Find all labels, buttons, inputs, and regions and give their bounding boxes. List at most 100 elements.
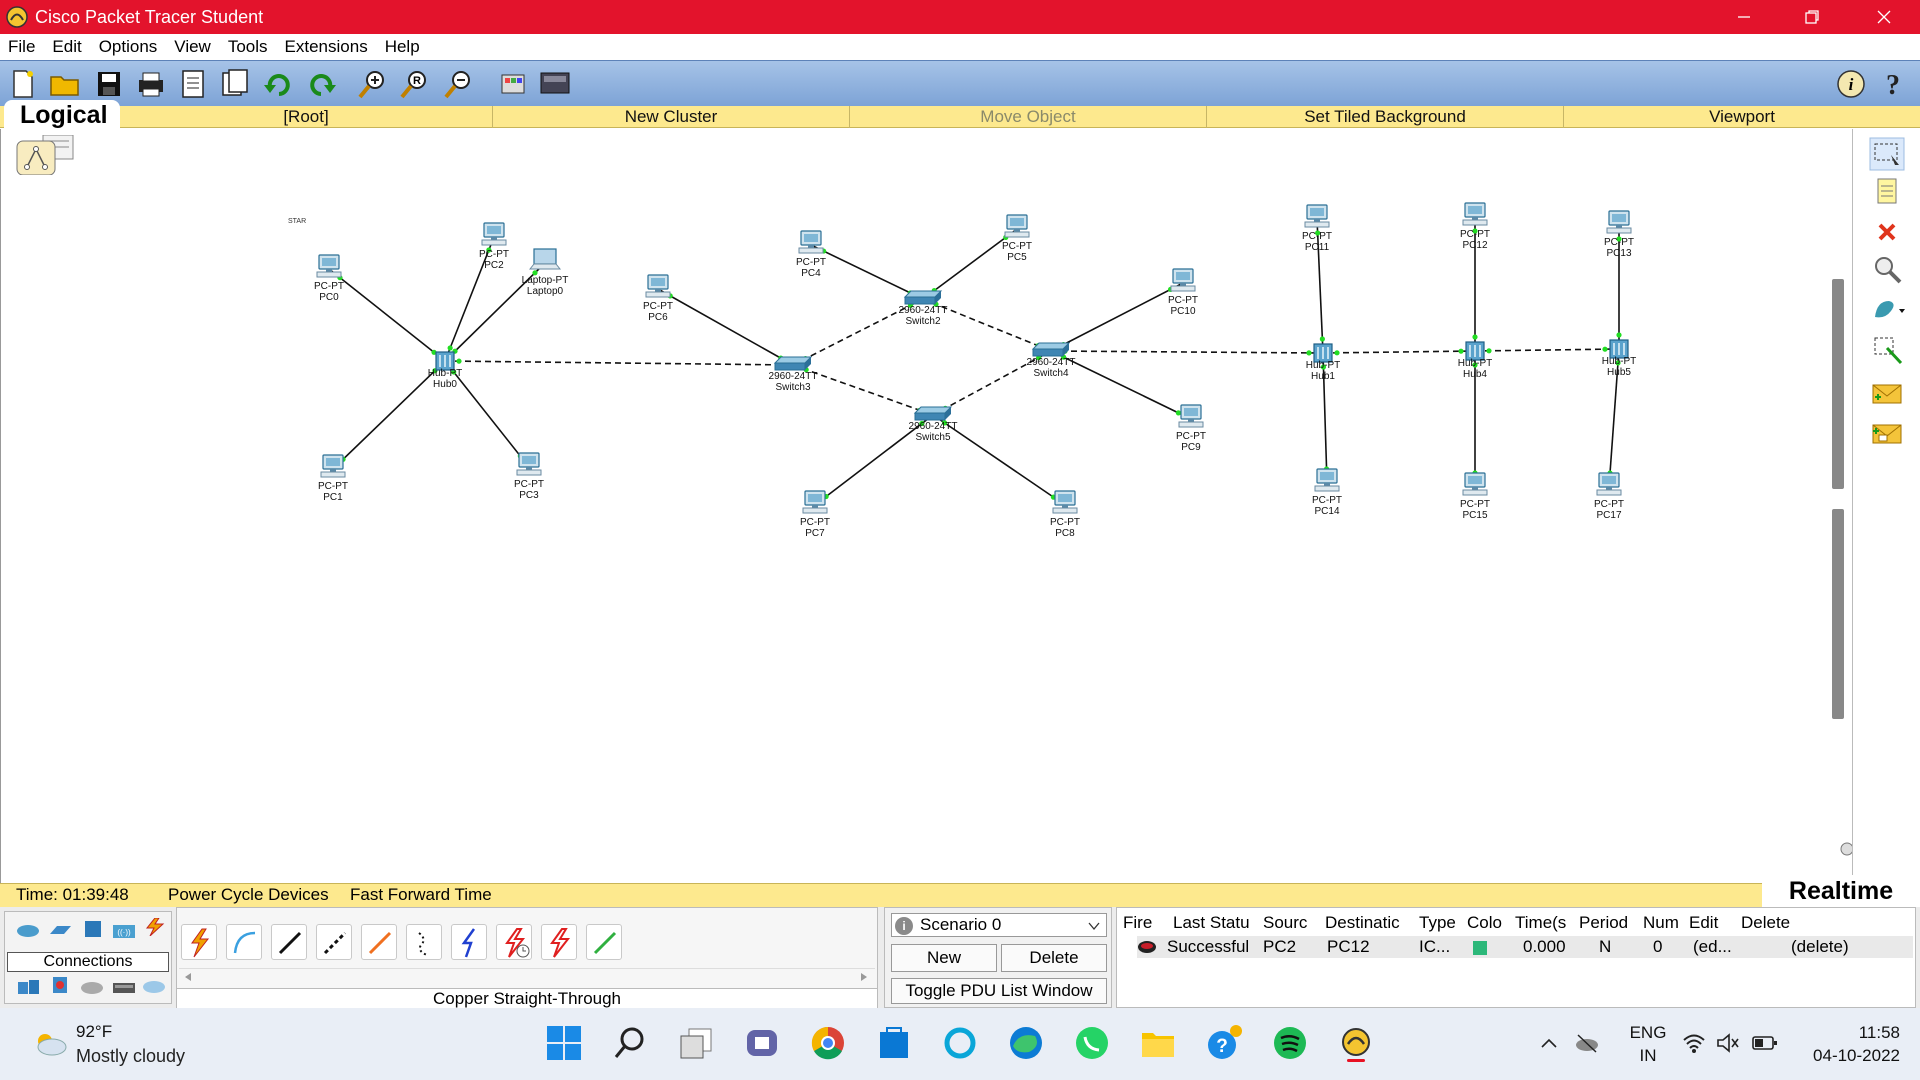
node-name-label[interactable]: PC3 xyxy=(519,490,539,501)
link-pc5-switch2[interactable] xyxy=(922,228,1018,300)
coaxial-cable-button[interactable] xyxy=(451,924,487,960)
node-name-label[interactable]: PC13 xyxy=(1606,248,1631,259)
move-object-button[interactable]: Move Object xyxy=(850,106,1207,128)
end-devices-icon[interactable] xyxy=(47,922,73,940)
new-file-icon[interactable] xyxy=(6,67,40,101)
fast-forward-time-button[interactable]: Fast Forward Time xyxy=(350,885,492,905)
link-hub1-hub4[interactable] xyxy=(1322,350,1476,354)
help-app-icon[interactable]: ? xyxy=(1205,1024,1243,1062)
undo-icon[interactable] xyxy=(262,67,296,101)
edge-icon[interactable] xyxy=(1007,1024,1045,1062)
node-name-label[interactable]: Hub0 xyxy=(433,379,457,390)
cable-scrollbar[interactable] xyxy=(179,968,875,984)
zoom-reset-icon[interactable]: R xyxy=(398,67,432,101)
new-cluster-button[interactable]: New Cluster xyxy=(493,106,850,128)
resize-icon[interactable] xyxy=(1869,333,1905,367)
zoom-out-icon[interactable] xyxy=(442,67,476,101)
node-name-label[interactable]: PC8 xyxy=(1055,528,1075,539)
minimize-button[interactable] xyxy=(1712,0,1776,34)
print-icon[interactable] xyxy=(134,67,168,101)
topology-canvas[interactable]: PC-PTPC0PC-PTPC1PC-PTPC2PC-PTPC3Laptop-P… xyxy=(1,129,1831,883)
show-hidden-icons-icon[interactable] xyxy=(1540,1036,1558,1050)
node-name-label[interactable]: PC15 xyxy=(1462,510,1487,521)
node-name-label[interactable]: Switch4 xyxy=(1033,368,1068,379)
wireless-devices-icon[interactable]: ((·)) xyxy=(111,922,137,940)
menu-file[interactable]: File xyxy=(0,37,44,57)
node-pc2[interactable]: PC-PTPC2 xyxy=(479,222,509,271)
weather-cloud-icon[interactable] xyxy=(30,1028,70,1058)
realtime-mode-tab[interactable]: Realtime xyxy=(1762,875,1920,907)
start-icon[interactable] xyxy=(545,1024,583,1062)
volume-muted-icon[interactable] xyxy=(1716,1032,1740,1054)
node-switch4[interactable]: 2960-24TTSwitch4 xyxy=(1027,342,1076,379)
automatic-connection-button[interactable] xyxy=(181,924,217,960)
node-name-label[interactable]: Hub1 xyxy=(1311,371,1335,382)
clock-time[interactable]: 11:58 xyxy=(1790,1023,1900,1043)
components-icon[interactable] xyxy=(79,920,105,938)
root-button[interactable]: [Root] xyxy=(120,106,493,128)
node-name-label[interactable]: PC4 xyxy=(801,268,821,279)
palette-icon[interactable] xyxy=(496,67,530,101)
node-hub5[interactable]: Hub-PTHub5 xyxy=(1602,339,1636,378)
node-pc1[interactable]: PC-PTPC1 xyxy=(318,454,348,503)
node-hub4[interactable]: Hub-PTHub4 xyxy=(1458,341,1492,380)
inspect-icon[interactable] xyxy=(1869,253,1905,287)
scrollbar-thumb[interactable] xyxy=(1832,509,1844,719)
add-simple-pdu-icon[interactable] xyxy=(1869,377,1905,411)
save-icon[interactable] xyxy=(92,67,126,101)
delete-icon[interactable] xyxy=(1869,215,1905,249)
scenario-dropdown[interactable]: Scenario 0 xyxy=(891,913,1107,937)
node-pc8[interactable]: PC-PTPC8 xyxy=(1050,490,1080,539)
redo-icon[interactable] xyxy=(304,67,338,101)
custom-device-icon[interactable] xyxy=(218,67,252,101)
cortana-icon[interactable] xyxy=(941,1024,979,1062)
serial-dce-cable-button[interactable] xyxy=(496,924,532,960)
node-name-label[interactable]: PC7 xyxy=(805,528,825,539)
set-tiled-background-button[interactable]: Set Tiled Background xyxy=(1207,106,1564,128)
input-language[interactable]: ENG xyxy=(1622,1023,1674,1043)
node-name-label[interactable]: PC14 xyxy=(1314,506,1339,517)
node-name-label[interactable]: Switch3 xyxy=(775,382,810,393)
node-hub1[interactable]: Hub-PTHub1 xyxy=(1306,343,1340,382)
phone-cable-button[interactable] xyxy=(406,924,442,960)
close-button[interactable] xyxy=(1852,0,1916,34)
straight-through-cable-button[interactable] xyxy=(271,924,307,960)
menu-options[interactable]: Options xyxy=(91,37,167,57)
draw-shape-icon[interactable] xyxy=(1869,293,1905,327)
fire-status-icon[interactable] xyxy=(1137,940,1157,954)
node-name-label[interactable]: PC10 xyxy=(1170,306,1195,317)
menu-view[interactable]: View xyxy=(166,37,220,57)
scrollbar-thumb[interactable] xyxy=(1832,279,1844,489)
node-name-label[interactable]: PC12 xyxy=(1462,240,1487,251)
link-pc4-switch2[interactable] xyxy=(810,244,924,300)
node-pc7[interactable]: PC-PTPC7 xyxy=(800,490,830,539)
new-scenario-button[interactable]: New xyxy=(891,944,997,972)
add-complex-pdu-icon[interactable] xyxy=(1869,417,1905,451)
weather-temperature[interactable]: 92°F xyxy=(76,1022,112,1042)
node-name-label[interactable]: PC0 xyxy=(319,292,339,303)
node-pc14[interactable]: PC-PTPC14 xyxy=(1312,468,1342,517)
node-name-label[interactable]: Hub5 xyxy=(1607,367,1631,378)
crossover-cable-button[interactable] xyxy=(316,924,352,960)
node-name-label[interactable]: Switch5 xyxy=(915,432,950,443)
info-icon[interactable]: i xyxy=(1834,67,1868,101)
node-laptop0[interactable]: Laptop-PTLaptop0 xyxy=(522,248,569,297)
onedrive-offline-icon[interactable] xyxy=(1574,1032,1600,1054)
packet-tracer-icon[interactable] xyxy=(1337,1024,1375,1062)
node-switch3[interactable]: 2960-24TTSwitch3 xyxy=(769,356,818,393)
toggle-pdu-list-button[interactable]: Toggle PDU List Window xyxy=(891,978,1107,1004)
weather-description[interactable]: Mostly cloudy xyxy=(76,1046,185,1067)
console-cable-button[interactable] xyxy=(226,924,262,960)
file-explorer-icon[interactable] xyxy=(1139,1024,1177,1062)
chrome-icon[interactable] xyxy=(809,1024,847,1062)
network-devices-icon[interactable] xyxy=(15,922,41,940)
power-cycle-devices-button[interactable]: Power Cycle Devices xyxy=(168,885,329,905)
custom-devices-icon[interactable] xyxy=(111,978,137,996)
select-icon[interactable] xyxy=(1869,137,1905,171)
scroll-right-icon[interactable] xyxy=(859,972,869,982)
logical-workspace[interactable]: PC-PT PC0 PC-PT PC1 PC-PT PC2 PC-PT PC3 Laptop-P… xyxy=(0,129,1852,883)
delete-scenario-button[interactable]: Delete xyxy=(1001,944,1107,972)
link-pc10-switch4[interactable] xyxy=(1050,282,1184,352)
serial-dte-cable-button[interactable] xyxy=(541,924,577,960)
spotify-icon[interactable] xyxy=(1271,1024,1309,1062)
